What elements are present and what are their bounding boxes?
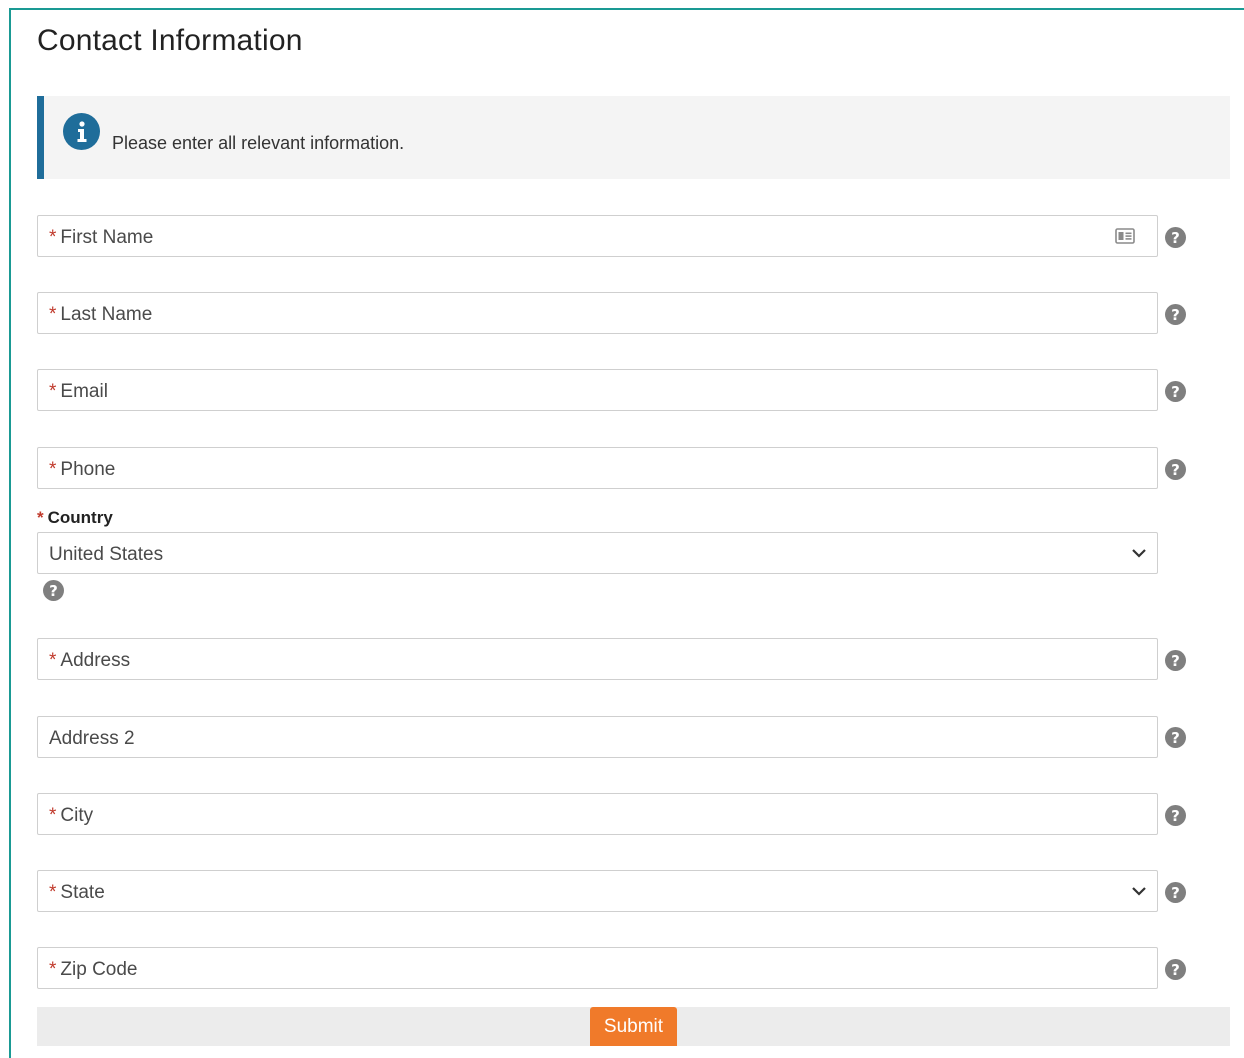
required-marker: * xyxy=(49,304,57,325)
question-circle-icon[interactable]: ? xyxy=(1165,304,1186,325)
question-circle-icon[interactable]: ? xyxy=(1165,805,1186,826)
question-circle-icon[interactable]: ? xyxy=(1165,227,1186,248)
required-marker: * xyxy=(49,381,57,402)
required-marker: * xyxy=(49,805,57,826)
required-marker: * xyxy=(49,882,57,903)
required-marker: * xyxy=(49,459,57,480)
first-name-label: * First Name xyxy=(49,227,154,248)
country-select[interactable]: United States xyxy=(37,532,1158,574)
first-name-field[interactable]: * First Name xyxy=(37,215,1158,257)
city-field[interactable]: * City xyxy=(37,793,1158,835)
required-marker: * xyxy=(49,650,57,671)
state-select[interactable]: * State xyxy=(37,870,1158,912)
country-selected-value: United States xyxy=(49,544,164,565)
phone-field[interactable]: * Phone xyxy=(37,447,1158,489)
last-name-field[interactable]: * Last Name xyxy=(37,292,1158,334)
address-field[interactable]: * Address xyxy=(37,638,1158,680)
required-marker: * xyxy=(37,508,44,527)
country-label: * Country xyxy=(37,508,113,527)
page-title: Contact Information xyxy=(37,24,303,57)
email-label: * Email xyxy=(49,381,108,402)
info-banner: Please enter all relevant information. xyxy=(37,96,1230,179)
address2-field[interactable]: Address 2 xyxy=(37,716,1158,758)
chevron-down-icon xyxy=(1131,883,1147,904)
question-circle-icon[interactable]: ? xyxy=(43,580,64,601)
last-name-label: * Last Name xyxy=(49,304,153,325)
address-label: * Address xyxy=(49,650,131,671)
question-circle-icon[interactable]: ? xyxy=(1165,882,1186,903)
email-field[interactable]: * Email xyxy=(37,369,1158,411)
question-circle-icon[interactable]: ? xyxy=(1165,650,1186,671)
required-marker: * xyxy=(49,227,57,248)
state-label: * State xyxy=(49,882,105,903)
city-label: * City xyxy=(49,805,94,826)
zip-code-field[interactable]: * Zip Code xyxy=(37,947,1158,989)
question-circle-icon[interactable]: ? xyxy=(1165,381,1186,402)
info-circle-icon xyxy=(63,113,100,150)
chevron-down-icon xyxy=(1131,545,1147,566)
required-marker: * xyxy=(49,959,57,980)
phone-label: * Phone xyxy=(49,459,116,480)
zip-code-label: * Zip Code xyxy=(49,959,138,980)
address2-label: Address 2 xyxy=(49,728,135,749)
info-banner-text: Please enter all relevant information. xyxy=(112,133,405,153)
contact-card-icon[interactable] xyxy=(1115,228,1135,249)
question-circle-icon[interactable]: ? xyxy=(1165,727,1186,748)
submit-button[interactable]: Submit xyxy=(590,1007,677,1046)
question-circle-icon[interactable]: ? xyxy=(1165,459,1186,480)
question-circle-icon[interactable]: ? xyxy=(1165,959,1186,980)
